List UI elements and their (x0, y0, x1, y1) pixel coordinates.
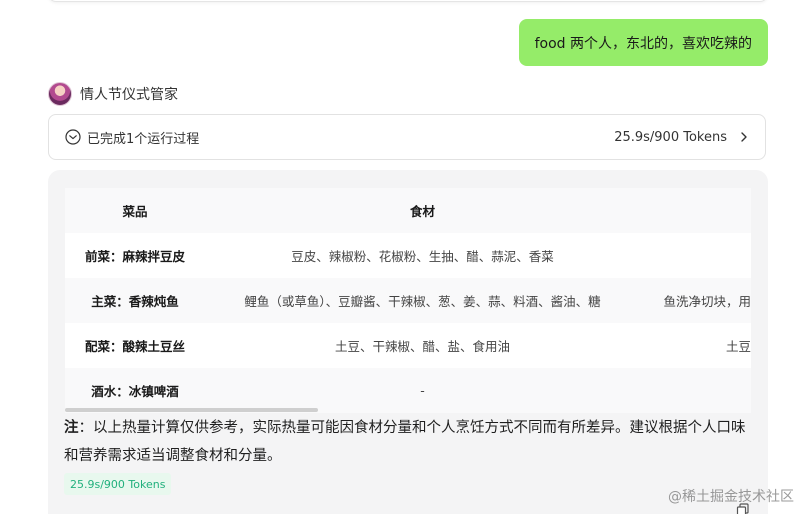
process-status-text: 已完成1个运行过程 (87, 131, 200, 147)
scrollbar-thumb[interactable] (65, 408, 318, 412)
token-usage-badge: 25.9s/900 Tokens (64, 473, 172, 495)
table-cell-ingredients: 豆皮、辣椒粉、花椒粉、生抽、醋、蒜泥、香菜 (291, 249, 554, 264)
table-cell-dish: 配菜：酸辣土豆丝 (84, 339, 185, 354)
table-cell-extra: 鱼洗净切块，用 (663, 294, 751, 309)
table-cell-extra (653, 233, 751, 278)
table-row: 前菜：麻辣拌豆皮 豆皮、辣椒粉、花椒粉、生抽、醋、蒜泥、香菜 (65, 233, 751, 278)
run-process-toggle[interactable]: 已完成1个运行过程 25.9s/900 Tokens (48, 114, 766, 160)
bot-avatar[interactable] (48, 82, 72, 106)
table-row: 酒水：冰镇啤酒 - (65, 368, 751, 413)
chevron-right-icon (737, 130, 751, 144)
table-cell-extra: 土豆 (725, 339, 751, 354)
bot-header: 情人节仪式管家 (48, 82, 178, 106)
table-cell-ingredients: - (420, 383, 425, 398)
table-row: 主菜：香辣炖鱼 鲤鱼（或草鱼）、豆瓣酱、干辣椒、葱、姜、蒜、料酒、酱油、糖 鱼洗… (65, 278, 751, 323)
note-text: ：以上热量计算仅供参考，实际热量可能因食材分量和个人烹饪方式不同而有所差异。建议… (64, 420, 746, 464)
table-header-row: 菜品 食材 (65, 188, 751, 233)
table-cell-ingredients: 鲤鱼（或草鱼）、豆瓣酱、干辣椒、葱、姜、蒜、料酒、酱油、糖 (244, 294, 601, 309)
copy-icon[interactable] (736, 502, 750, 514)
bot-name: 情人节仪式管家 (80, 87, 178, 103)
table-row: 配菜：酸辣土豆丝 土豆、干辣椒、醋、盐、食用油 土豆 (65, 323, 751, 368)
bot-answer-card: 菜品 食材 前菜：麻辣拌豆皮 豆皮、辣椒粉、花椒粉、生抽、醋、蒜泥、香菜 主菜：… (48, 170, 768, 514)
menu-table[interactable]: 菜品 食材 前菜：麻辣拌豆皮 豆皮、辣椒粉、花椒粉、生抽、醋、蒜泥、香菜 主菜：… (65, 188, 751, 413)
user-message-text: food 两个人，东北的，喜欢吃辣的 (534, 35, 752, 52)
chat-page: food 两个人，东北的，喜欢吃辣的 情人节仪式管家 已完成1个运行过程 25.… (0, 0, 800, 514)
user-message-bubble: food 两个人，东北的，喜欢吃辣的 (518, 19, 768, 66)
watermark: @稀土掘金技术社区 (668, 489, 794, 505)
check-circle-icon (65, 129, 81, 145)
table-header-ingredients: 食材 (409, 204, 435, 219)
table-cell-dish: 主菜：香辣炖鱼 (91, 294, 179, 309)
note-paragraph: 注：以上热量计算仅供参考，实际热量可能因食材分量和个人烹饪方式不同而有所差异。建… (64, 414, 756, 470)
table-horizontal-scrollbar[interactable] (65, 408, 751, 412)
process-metrics: 25.9s/900 Tokens (614, 129, 727, 145)
table-header-dish: 菜品 (122, 204, 148, 219)
table-cell-dish: 前菜：麻辣拌豆皮 (84, 249, 185, 264)
note-label: 注 (64, 420, 79, 436)
table-cell-ingredients: 土豆、干辣椒、醋、盐、食用油 (334, 339, 510, 354)
previous-message-card (48, 0, 768, 2)
table-cell-dish: 酒水：冰镇啤酒 (91, 384, 179, 399)
table-cell-extra (653, 368, 751, 413)
